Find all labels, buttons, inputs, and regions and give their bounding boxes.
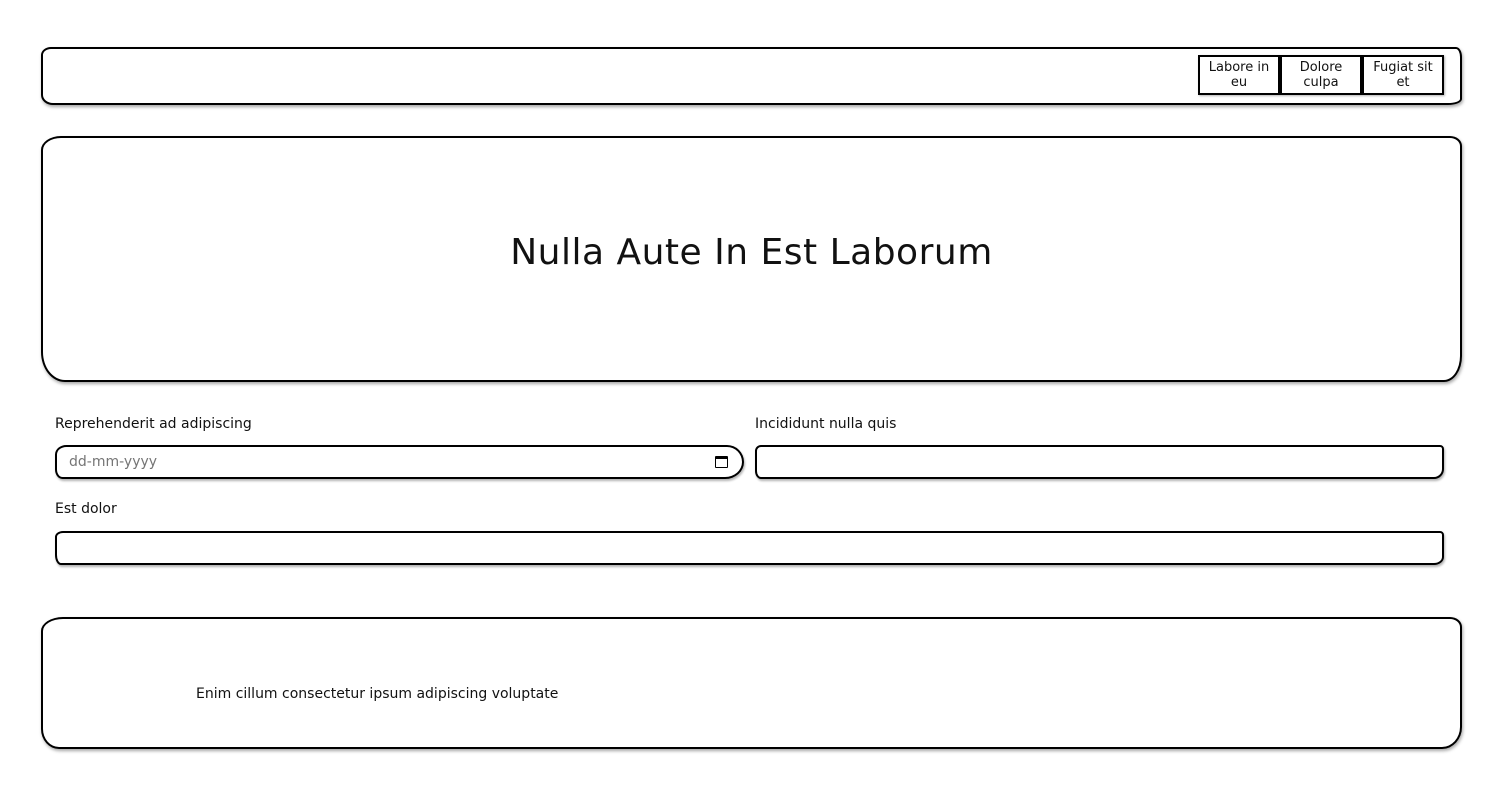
page: Labore in eu Dolore culpa Fugiat sit et … — [0, 0, 1500, 797]
footer-text: Enim cillum consectetur ipsum adipiscing… — [196, 686, 559, 702]
nav-button-dolore-culpa[interactable]: Dolore culpa — [1280, 55, 1362, 95]
text-field-1[interactable] — [755, 445, 1444, 479]
header-bar: Labore in eu Dolore culpa Fugiat sit et — [41, 47, 1462, 105]
footer-panel: Enim cillum consectetur ipsum adipiscing… — [41, 617, 1462, 749]
text-field-2[interactable] — [55, 531, 1444, 565]
text-field-2-label: Est dolor — [55, 501, 117, 517]
text-input-2[interactable] — [57, 533, 1442, 563]
calendar-icon[interactable] — [715, 456, 728, 468]
date-input[interactable] — [57, 447, 742, 477]
hero-title: Nulla Aute In Est Laborum — [510, 231, 993, 273]
nav-button-fugiat-sit-et[interactable]: Fugiat sit et — [1362, 55, 1444, 95]
hero-banner: Nulla Aute In Est Laborum — [41, 136, 1462, 382]
date-field[interactable] — [55, 445, 744, 479]
text-field-1-label: Incididunt nulla quis — [755, 416, 897, 432]
date-field-label: Reprehenderit ad adipiscing — [55, 416, 252, 432]
nav-button-labore-in-eu[interactable]: Labore in eu — [1198, 55, 1280, 95]
top-nav: Labore in eu Dolore culpa Fugiat sit et — [1198, 55, 1444, 95]
text-input-1[interactable] — [757, 447, 1442, 477]
